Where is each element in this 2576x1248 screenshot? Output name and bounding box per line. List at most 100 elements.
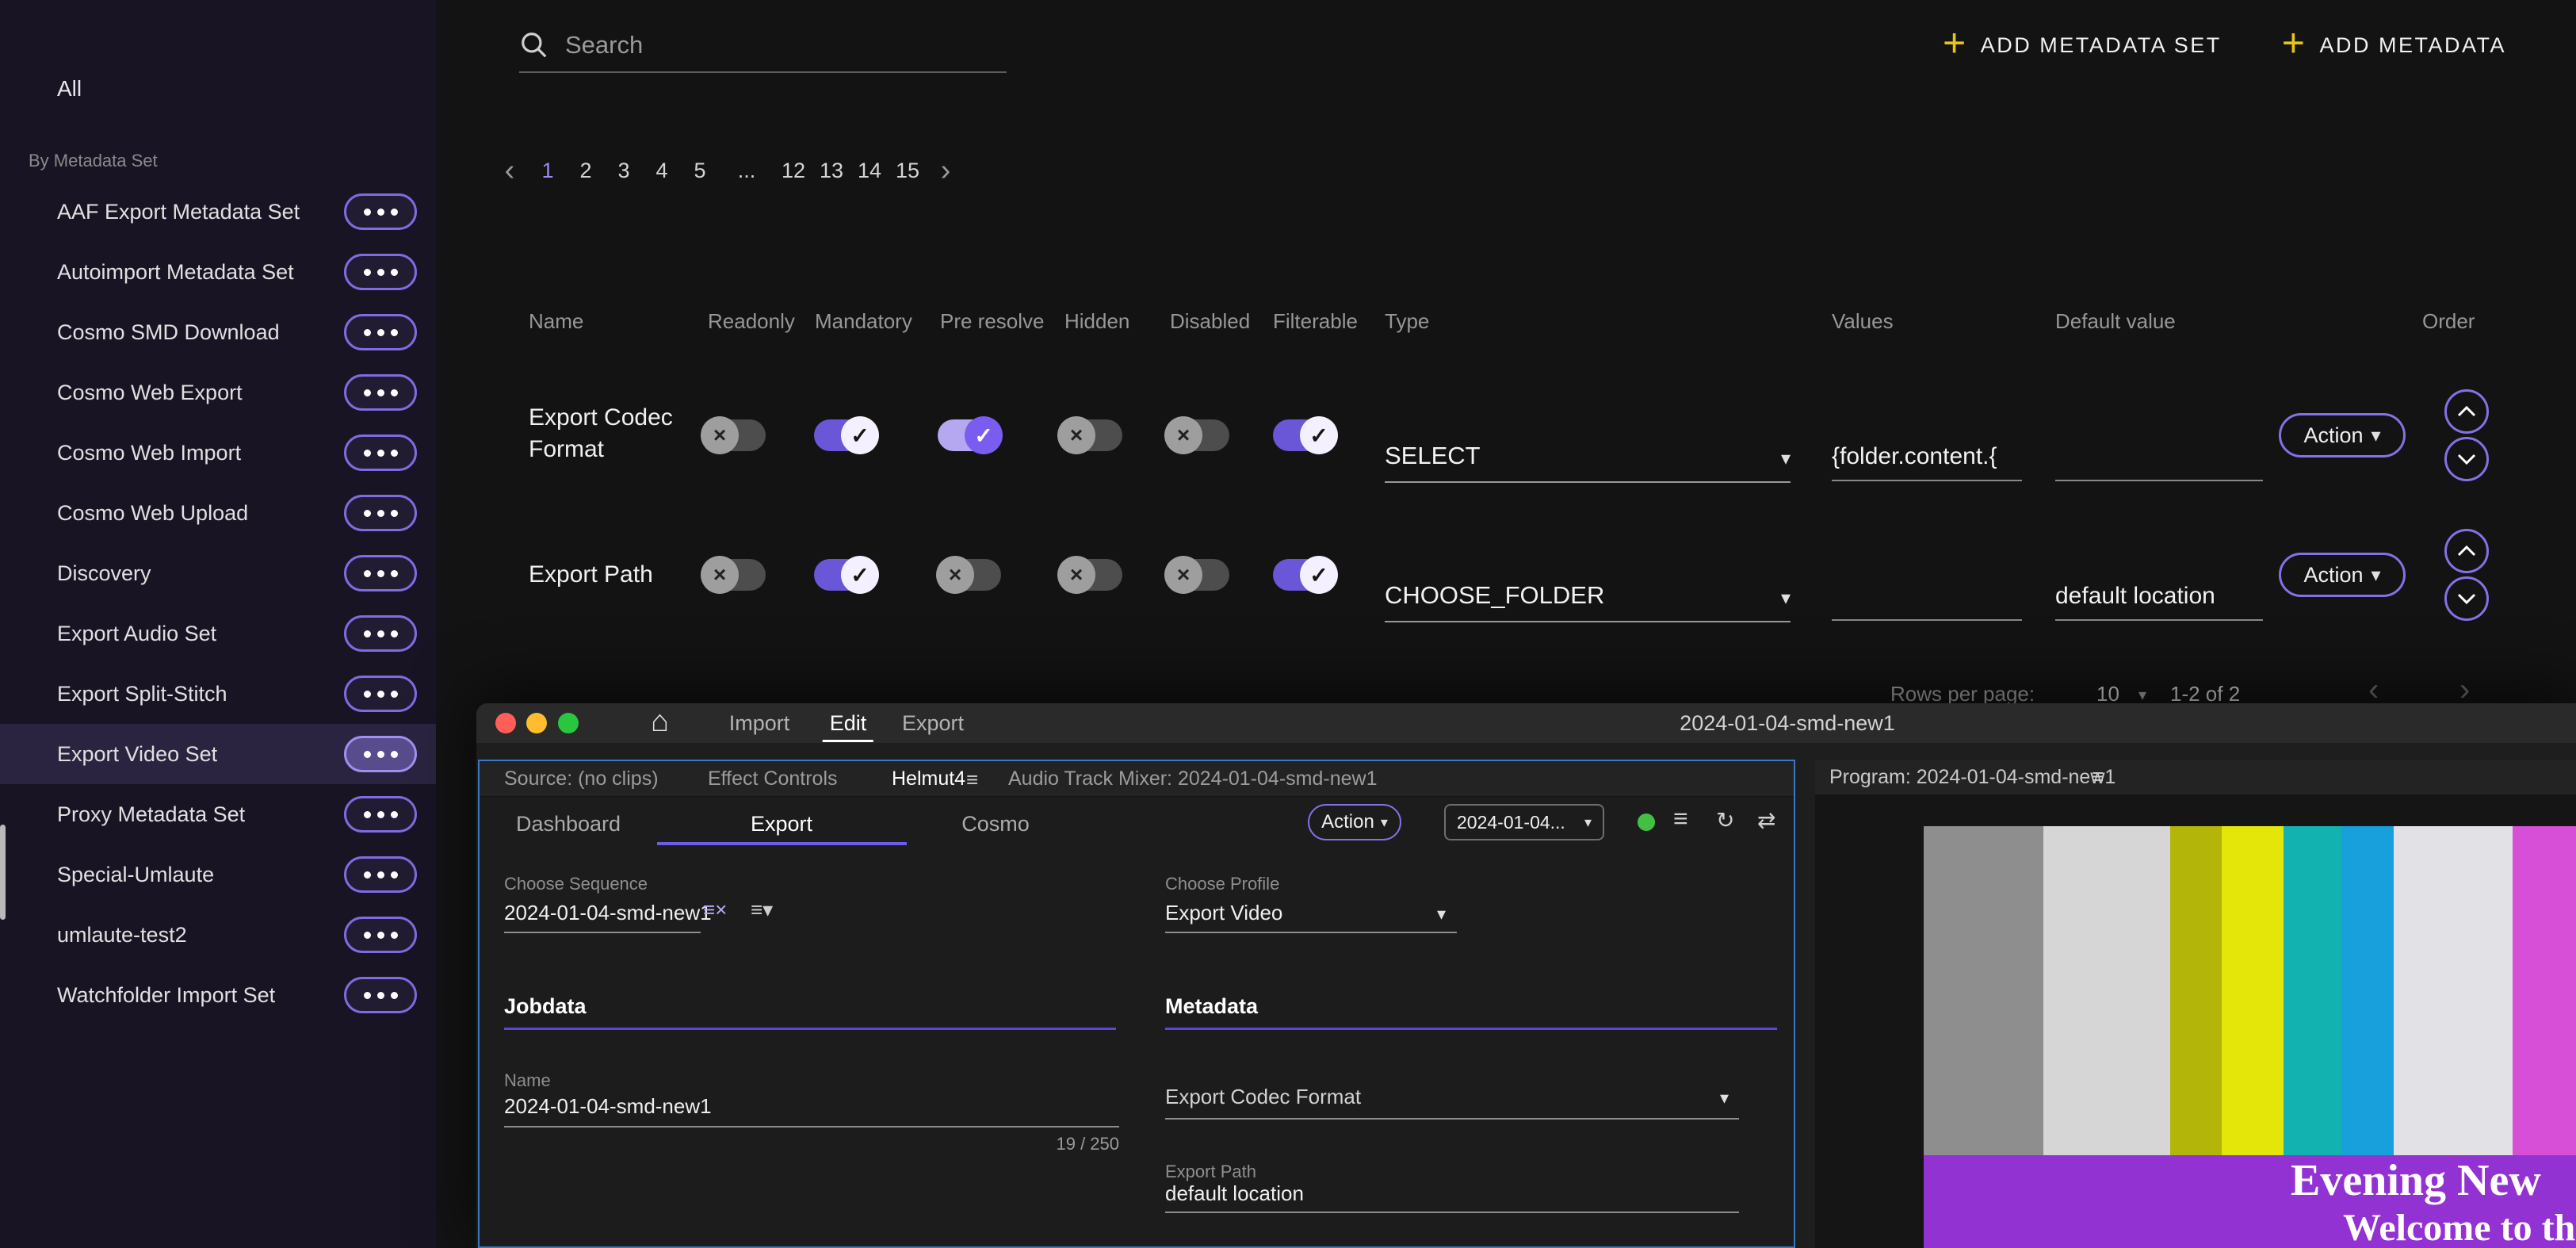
- item-options-button[interactable]: [344, 796, 417, 833]
- column-header-name: Name: [529, 309, 583, 334]
- dots-icon: [364, 269, 371, 276]
- dots-icon: [364, 691, 371, 698]
- item-options-button[interactable]: [344, 977, 417, 1013]
- add-metadata-button[interactable]: + ADD METADATA: [2277, 27, 2511, 63]
- helmut-tab-export[interactable]: Export: [751, 812, 812, 836]
- page-next-icon[interactable]: ›: [927, 155, 965, 186]
- sidebar-scrollbar-thumb[interactable]: [0, 825, 6, 920]
- menu-icon[interactable]: ≡: [1673, 804, 1688, 833]
- move-down-button[interactable]: [2444, 576, 2489, 621]
- fullscreen-window-button[interactable]: [558, 713, 579, 733]
- sidebar-item-selected[interactable]: Export Video Set: [0, 724, 436, 784]
- panel-tab-effects[interactable]: Effect Controls: [708, 768, 838, 791]
- readonly-toggle[interactable]: [702, 559, 766, 591]
- home-icon[interactable]: ⌂: [651, 705, 669, 739]
- add-metadata-set-button[interactable]: + ADD METADATA SET: [1938, 27, 2226, 63]
- hidden-toggle[interactable]: [1059, 419, 1122, 451]
- sequence-menu-icon[interactable]: ≡▾: [751, 898, 773, 922]
- export-path-input[interactable]: default location: [1165, 1181, 1304, 1206]
- helmut-tab-dashboard[interactable]: Dashboard: [516, 812, 621, 836]
- values-field[interactable]: {folder.content.{: [1832, 412, 2022, 481]
- sidebar-item[interactable]: Export Split-Stitch: [0, 664, 436, 724]
- page-number[interactable]: 2: [567, 159, 605, 183]
- type-select[interactable]: CHOOSE_FOLDER ▾: [1385, 548, 1791, 622]
- panel-tab-helmut4[interactable]: Helmut4: [892, 768, 965, 791]
- sync-icon[interactable]: ⇄: [1757, 807, 1775, 833]
- page-number[interactable]: 3: [605, 159, 643, 183]
- disabled-toggle[interactable]: [1166, 559, 1229, 591]
- rows-per-page-select[interactable]: 10: [2096, 682, 2117, 702]
- panel-tab-source[interactable]: Source: (no clips): [504, 768, 659, 791]
- mandatory-toggle[interactable]: [814, 419, 877, 451]
- type-select[interactable]: SELECT ▾: [1385, 408, 1791, 483]
- dots-icon: [364, 811, 371, 818]
- page-number[interactable]: 12: [774, 159, 812, 183]
- sidebar-item[interactable]: Special-Umlaute: [0, 844, 436, 905]
- sidebar-item[interactable]: AAF Export Metadata Set: [0, 182, 436, 242]
- search-input[interactable]: [564, 30, 1007, 60]
- item-options-button[interactable]: [344, 917, 417, 953]
- pagination: ‹ 1 2 3 4 5 ... 12 13 14 15 ›: [491, 147, 965, 193]
- choose-profile-select[interactable]: Export Video: [1165, 901, 1282, 925]
- panel-menu-icon[interactable]: ≡: [2092, 764, 2104, 789]
- filterable-toggle[interactable]: [1273, 559, 1336, 591]
- action-menu-button[interactable]: Action ▾: [2279, 413, 2406, 457]
- default-value-field[interactable]: [2055, 412, 2263, 481]
- panel-tab-audiomixer[interactable]: Audio Track Mixer: 2024-01-04-smd-new1: [1008, 768, 1377, 791]
- window-tab-edit[interactable]: Edit: [830, 711, 867, 736]
- sidebar-item[interactable]: Cosmo SMD Download: [0, 302, 436, 362]
- sidebar-item[interactable]: Watchfolder Import Set: [0, 965, 436, 1025]
- name-label: Name: [504, 1070, 551, 1091]
- page-number[interactable]: 13: [812, 159, 850, 183]
- preresolve-toggle[interactable]: [938, 419, 1001, 451]
- program-panel: Program: 2024-01-04-smd-new1 ≡ Evening N…: [1815, 760, 2576, 1248]
- values-field[interactable]: [1832, 551, 2022, 621]
- item-options-button[interactable]: [344, 736, 417, 772]
- action-menu-button[interactable]: Action ▾: [2279, 553, 2406, 597]
- disabled-toggle[interactable]: [1166, 419, 1229, 451]
- sidebar-item[interactable]: Autoimport Metadata Set: [0, 242, 436, 302]
- page-number[interactable]: 4: [643, 159, 681, 183]
- sidebar-item[interactable]: umlaute-test2: [0, 905, 436, 965]
- chevron-down-icon: ▾: [1720, 1088, 1729, 1108]
- window-tab-export[interactable]: Export: [902, 711, 964, 736]
- export-codec-select[interactable]: Export Codec Format: [1165, 1085, 1361, 1109]
- move-down-button[interactable]: [2444, 437, 2489, 481]
- item-options-button[interactable]: [344, 254, 417, 290]
- panel-menu-icon[interactable]: ≡: [966, 768, 978, 792]
- page-number[interactable]: 1: [529, 159, 567, 183]
- item-options-button[interactable]: [344, 676, 417, 712]
- default-value-field[interactable]: default location: [2055, 551, 2263, 621]
- chevron-down-icon: ▾: [1437, 904, 1446, 925]
- hidden-toggle[interactable]: [1059, 559, 1122, 591]
- clear-sequence-icon[interactable]: ≡×: [703, 898, 727, 922]
- close-window-button[interactable]: [495, 713, 516, 733]
- sidebar-item[interactable]: Proxy Metadata Set: [0, 784, 436, 844]
- preset-select[interactable]: 2024-01-04... ▾: [1444, 804, 1604, 840]
- page-number[interactable]: 15: [889, 159, 927, 183]
- page-prev-icon[interactable]: ‹: [491, 155, 529, 186]
- action-menu-button[interactable]: Action ▾: [1308, 804, 1401, 840]
- choose-sequence-value[interactable]: 2024-01-04-smd-new1: [504, 901, 712, 925]
- name-input[interactable]: 2024-01-04-smd-new1: [504, 1094, 712, 1119]
- table-row: Export Path CHOOSE_FOLDER ▾ default loca…: [0, 503, 2576, 646]
- item-options-button[interactable]: [344, 314, 417, 350]
- sidebar-item-all[interactable]: All: [57, 76, 82, 101]
- move-up-button[interactable]: [2444, 529, 2489, 573]
- item-options-button[interactable]: [344, 193, 417, 230]
- minimize-window-button[interactable]: [526, 713, 547, 733]
- mandatory-toggle[interactable]: [814, 559, 877, 591]
- filterable-toggle[interactable]: [1273, 419, 1336, 451]
- move-up-button[interactable]: [2444, 389, 2489, 434]
- top-actions: + ADD METADATA SET + ADD METADATA: [1938, 27, 2511, 63]
- refresh-icon[interactable]: ↻: [1716, 807, 1734, 833]
- window-tab-import[interactable]: Import: [729, 711, 790, 736]
- field-name: Export Path: [529, 559, 699, 591]
- page-number[interactable]: 14: [850, 159, 889, 183]
- readonly-toggle[interactable]: [702, 419, 766, 451]
- item-options-button[interactable]: [344, 856, 417, 893]
- column-header-preresolve: Pre resolve: [940, 309, 1045, 334]
- preresolve-toggle[interactable]: [938, 559, 1001, 591]
- helmut-tab-cosmo[interactable]: Cosmo: [961, 812, 1030, 836]
- page-number[interactable]: 5: [681, 159, 719, 183]
